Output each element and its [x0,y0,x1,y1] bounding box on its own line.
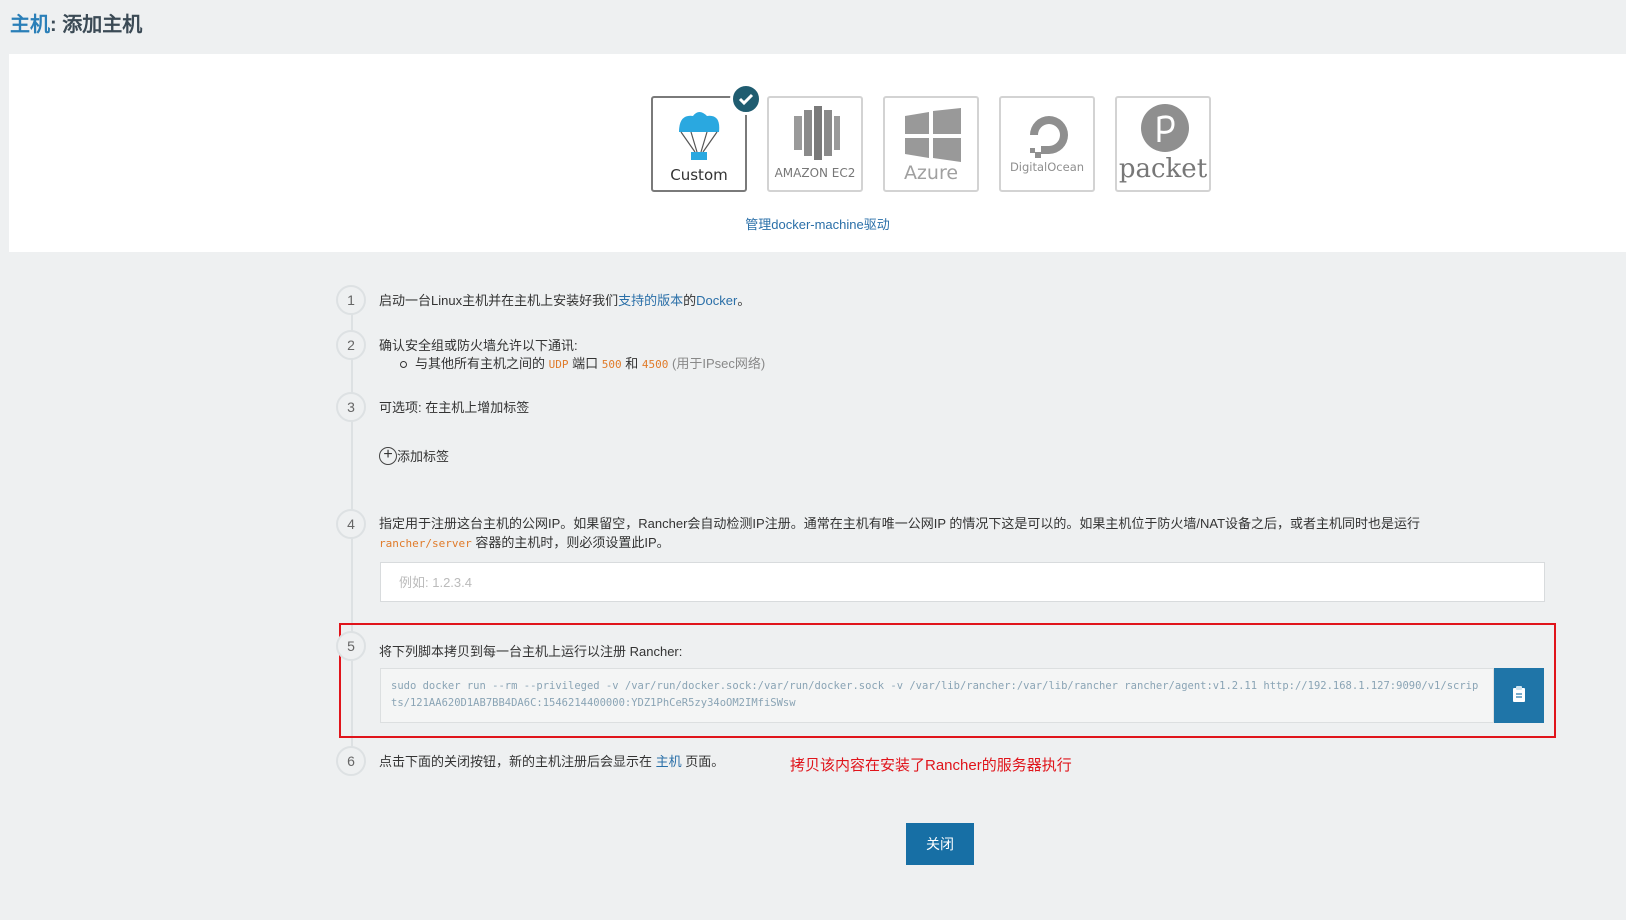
step-number-4: 4 [336,509,366,539]
step-number-3: 3 [336,392,366,422]
proto-code: UDP [548,358,569,371]
step-5-text: 将下列脚本拷贝到每一台主机上运行以注册 Rancher: [379,644,683,659]
driver-label-amazon-ec2: AMAZON EC2 [774,166,856,180]
driver-tile-custom[interactable]: Custom [651,83,762,192]
copy-button[interactable] [1494,668,1544,723]
step-6-post: 页面。 [685,754,725,769]
parachute-icon [679,112,720,160]
ipsec-note: (用于IPsec网络) [672,356,766,371]
add-label-text: 添加标签 [397,449,450,464]
add-label-button[interactable]: + 添加标签 [379,446,449,465]
driver-tile-amazon-ec2[interactable]: AMAZON EC2 [767,96,863,192]
step-1-pre: 启动一台Linux主机并在主机上安装好我们 [379,293,619,308]
amazon-ec2-icon [794,106,840,160]
driver-label-custom: Custom [670,166,728,184]
registration-command[interactable]: sudo docker run --rm --privileged -v /va… [380,668,1494,723]
step-4-line2: 容器的主机时，则必须设置此IP。 [475,535,670,550]
step-number-2: 2 [336,330,366,360]
page-title: 主机: 添加主机 [10,8,142,37]
step-4-text: 指定用于注册这台主机的公网IP。如果留空，Rancher会自动检测IP注册。通常… [379,514,1559,553]
port2-code: 4500 [641,358,669,371]
rancher-server-code: rancher/server [379,537,472,550]
public-ip-input[interactable] [380,562,1545,602]
windows-icon [905,108,961,162]
plus-circle-icon: + [379,446,397,465]
port1-code: 500 [601,358,622,371]
page-title-prefix[interactable]: 主机 [10,14,50,36]
driver-label-azure: Azure [903,162,959,184]
clipboard-icon [1513,686,1525,702]
driver-panel: Custom AMAZON EC2 Azure DigitalOcean pac… [9,54,1626,252]
check-icon [730,83,762,115]
digitalocean-icon [1030,116,1068,158]
step-1-mid: 的 [683,293,697,308]
step-6-pre: 点击下面的关闭按钮，新的主机注册后会显示在 [379,754,653,769]
step-6-text: 点击下面的关闭按钮，新的主机注册后会显示在 主机 页面。 [379,751,724,770]
driver-label-digitalocean: DigitalOcean [1009,160,1085,174]
page-title-suffix: : 添加主机 [50,14,143,36]
and-word: 和 [625,356,639,371]
step-3-text: 可选项: 在主机上增加标签 [379,400,530,415]
docker-link[interactable]: Docker [696,293,737,308]
step-2-bullet: 与其他所有主机之间的 UDP 端口 500 和 4500 (用于IPsec网络) [400,353,765,372]
driver-label-packet: packet [1118,154,1208,184]
driver-tile-digitalocean[interactable]: DigitalOcean [999,96,1095,192]
step-2-text: 确认安全组或防火墙允许以下通讯: [379,338,578,353]
annotation-note: 拷贝该内容在安装了Rancher的服务器执行 [790,757,1072,774]
step-1-text: 启动一台Linux主机并在主机上安装好我们支持的版本的Docker。 [379,290,750,309]
bullet-pre: 与其他所有主机之间的 [415,356,546,371]
step-number-1: 1 [336,285,366,315]
packet-icon [1141,104,1189,152]
bullet-icon [400,361,407,369]
driver-tile-packet[interactable]: packet [1115,96,1211,192]
port-word: 端口 [572,356,599,371]
driver-tile-azure[interactable]: Azure [883,96,979,192]
supported-versions-link[interactable]: 支持的版本 [618,293,683,308]
step-number-6: 6 [336,746,366,776]
step-4-line1: 指定用于注册这台主机的公网IP。如果留空，Rancher会自动检测IP注册。通常… [379,516,1421,531]
hosts-page-link[interactable]: 主机 [656,754,682,769]
manage-drivers-link[interactable]: 管理docker-machine驱动 [9,214,1626,233]
close-button[interactable]: 关闭 [906,823,974,865]
step-number-5: 5 [336,631,366,661]
step-1-post: 。 [737,293,751,308]
